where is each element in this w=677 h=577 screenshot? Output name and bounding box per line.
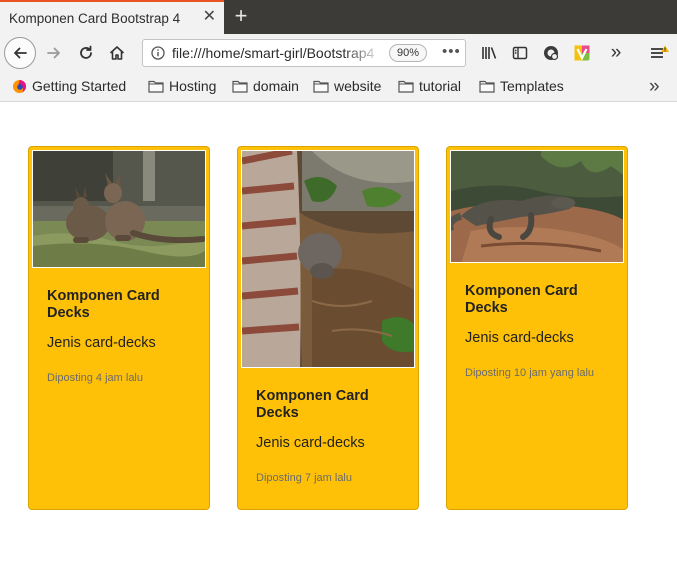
porcupine-photo	[241, 150, 415, 368]
bookmarks-overflow-button[interactable]: »	[649, 76, 660, 98]
card-text: Jenis card-decks	[47, 335, 156, 351]
bookmark-label: domain	[253, 78, 299, 94]
hamburger-menu-icon	[651, 45, 669, 58]
bookmark-getting-started[interactable]: Getting Started	[12, 78, 126, 94]
bookmark-folder-hosting[interactable]: Hosting	[148, 78, 216, 94]
new-tab-button[interactable]: +	[229, 3, 253, 29]
page-actions-menu-icon[interactable]: •••	[442, 43, 461, 60]
bookmarks-toolbar: Getting Started Hosting domain website t…	[0, 72, 677, 102]
close-tab-icon[interactable]: ✕	[203, 9, 216, 25]
home-button[interactable]	[105, 39, 129, 67]
bookmark-label: Getting Started	[32, 78, 127, 94]
card-title: Komponen Card Decks	[465, 283, 578, 316]
extension-button[interactable]	[540, 39, 562, 67]
card-timestamp: Diposting 7 jam lalu	[256, 472, 352, 484]
card-1: Komponen Card Decks Jenis card-decks Dip…	[28, 146, 210, 510]
folder-icon	[313, 80, 329, 93]
vimium-icon	[574, 45, 590, 61]
firefox-icon	[12, 79, 27, 93]
bookmark-label: Templates	[500, 78, 564, 94]
card-body: Komponen Card Decks Jenis card-decks Dip…	[47, 288, 195, 384]
info-icon[interactable]	[151, 46, 165, 60]
library-icon	[482, 47, 497, 59]
card-body: Komponen Card Decks Jenis card-decks Dip…	[256, 388, 404, 484]
forward-arrow-icon	[47, 47, 60, 59]
card-3: Komponen Card Decks Jenis card-decks Dip…	[446, 146, 628, 510]
navigation-toolbar: file:///home/smart-girl/Bootstrap4 90% •…	[0, 34, 677, 72]
sidebar-icon	[512, 46, 528, 60]
main-menu-button[interactable]	[647, 39, 671, 67]
folder-icon	[148, 80, 164, 93]
back-button[interactable]	[4, 37, 36, 69]
card-title: Komponen Card Decks	[256, 388, 369, 421]
card-timestamp: Diposting 10 jam yang lalu	[465, 367, 595, 379]
folder-icon	[232, 80, 248, 93]
tab-strip: Komponen Card Bootstrap 4 ✕ +	[0, 0, 677, 34]
forward-button[interactable]	[42, 39, 66, 67]
bookmark-folder-tutorial[interactable]: tutorial	[398, 78, 461, 94]
folder-icon	[479, 80, 495, 93]
tab-title: Komponen Card Bootstrap 4	[9, 10, 181, 26]
bookmark-label: tutorial	[419, 78, 462, 94]
card-title: Komponen Card Decks	[47, 288, 160, 321]
address-bar[interactable]: file:///home/smart-girl/Bootstrap4 90% •…	[142, 39, 466, 67]
reload-button[interactable]	[74, 39, 98, 67]
bookmark-folder-website[interactable]: website	[313, 78, 381, 94]
card-text: Jenis card-decks	[465, 330, 574, 346]
active-tab[interactable]: Komponen Card Bootstrap 4 ✕	[0, 0, 224, 34]
sidebar-button[interactable]	[509, 39, 531, 67]
card-timestamp: Diposting 4 jam lalu	[47, 372, 143, 384]
komodo-photo	[450, 150, 624, 263]
library-button[interactable]	[478, 39, 500, 67]
bookmark-label: Hosting	[169, 78, 217, 94]
card-2: Komponen Card Decks Jenis card-decks Dip…	[237, 146, 419, 510]
zoom-level-badge[interactable]: 90%	[389, 44, 428, 62]
toolbar-overflow-button[interactable]: »	[606, 39, 626, 67]
bookmark-folder-domain[interactable]: domain	[232, 78, 299, 94]
card-text: Jenis card-decks	[256, 435, 365, 451]
card-body: Komponen Card Decks Jenis card-decks Dip…	[465, 283, 613, 379]
vimium-extension-button[interactable]	[570, 39, 594, 67]
page-content: Komponen Card Decks Jenis card-decks Dip…	[0, 103, 677, 577]
url-fade	[343, 42, 383, 64]
account-extension-icon	[544, 46, 559, 61]
reload-icon	[80, 45, 92, 59]
wallaby-photo	[32, 150, 206, 268]
bookmark-label: website	[334, 78, 382, 94]
folder-icon	[398, 80, 414, 93]
back-arrow-icon	[14, 47, 27, 59]
bookmark-folder-templates[interactable]: Templates	[479, 78, 564, 94]
home-icon	[109, 46, 125, 60]
